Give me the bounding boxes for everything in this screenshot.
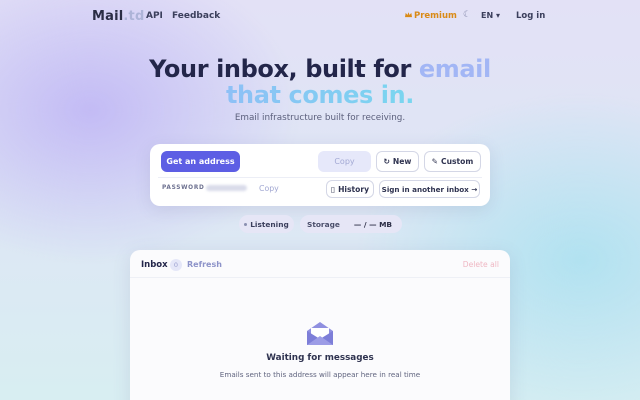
pencil-icon: ✎	[431, 157, 439, 166]
nav-api-link[interactable]: API	[146, 11, 163, 21]
storage-label: Storage	[307, 219, 340, 229]
address-card: Get an address Copy ↻ New ✎ Custom PASSW…	[150, 144, 490, 206]
history-button[interactable]: ▯ History	[326, 180, 374, 198]
password-label: PASSWORD	[162, 185, 205, 191]
hero-heading: Your inbox, built for email	[0, 55, 640, 83]
hero-heading-line2: that comes in.	[0, 81, 640, 109]
moon-icon[interactable]: ☾	[463, 10, 471, 20]
refresh-button[interactable]: Refresh	[187, 260, 222, 269]
inbox-panel: Inbox 0 Refresh Delete all Waiting for m…	[130, 250, 510, 400]
inbox-title: Inbox	[141, 260, 168, 270]
password-value-blurred	[206, 185, 247, 191]
logo-main: Mail	[92, 9, 124, 24]
new-address-button[interactable]: ↻ New	[376, 151, 419, 172]
card-divider	[158, 177, 482, 178]
listening-status-badge: Listening	[239, 215, 294, 233]
copy-address-button[interactable]: Copy	[318, 151, 371, 172]
language-select[interactable]: EN ▾	[481, 11, 500, 20]
clipboard-icon: ▯	[330, 184, 336, 194]
get-address-button[interactable]: Get an address	[161, 151, 240, 172]
hero-heading-accent: email	[418, 55, 491, 83]
listening-label: Listening	[250, 219, 289, 229]
login-link[interactable]: Log in	[516, 11, 545, 21]
top-navigation: Mail.td API Feedback Premium ☾ EN ▾ Log …	[0, 0, 640, 34]
logo[interactable]: Mail.td	[92, 9, 144, 24]
custom-address-button[interactable]: ✎ Custom	[424, 151, 481, 172]
history-label: History	[338, 184, 370, 194]
status-dot-icon	[244, 222, 248, 226]
inbox-divider	[130, 277, 510, 278]
refresh-icon: ↻	[383, 157, 390, 166]
hero-heading-main: Your inbox, built for	[149, 55, 419, 83]
storage-badge: Storage — / — MB	[300, 215, 402, 233]
nav-feedback-link[interactable]: Feedback	[172, 11, 220, 21]
envelope-open-icon	[307, 322, 333, 345]
hero-heading-gradient: that comes in.	[225, 81, 415, 109]
delete-all-button[interactable]: Delete all	[463, 260, 499, 269]
new-label: New	[392, 157, 412, 166]
empty-state-subtitle: Emails sent to this address will appear …	[219, 370, 421, 379]
empty-state-title: Waiting for messages	[266, 353, 374, 363]
crown-icon	[405, 12, 412, 18]
premium-link[interactable]: Premium	[405, 11, 457, 21]
premium-label: Premium	[414, 11, 457, 21]
inbox-count-badge: 0	[170, 259, 182, 271]
custom-label: Custom	[441, 157, 474, 166]
sign-in-another-inbox-button[interactable]: Sign in another inbox →	[379, 180, 480, 198]
hero-subtitle: Email infrastructure built for receiving…	[234, 113, 406, 123]
copy-password-button[interactable]: Copy	[259, 184, 279, 193]
storage-value: — / — MB	[353, 219, 393, 229]
logo-tld: .td	[123, 9, 145, 24]
